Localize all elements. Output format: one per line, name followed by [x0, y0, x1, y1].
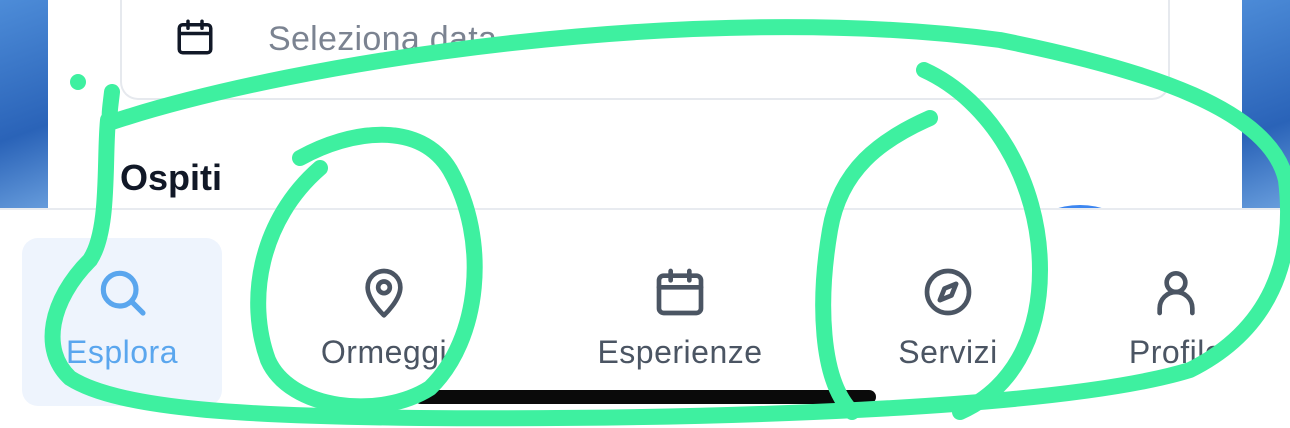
- tab-label: Servizi: [898, 334, 998, 370]
- tab-label: Profilo: [1128, 334, 1224, 370]
- calendar-icon: [656, 268, 704, 316]
- calendar-icon: [177, 19, 213, 55]
- map-pin-icon: [365, 268, 403, 318]
- tab-profilo[interactable]: Profilo: [1076, 238, 1276, 406]
- user-icon: [1157, 271, 1195, 316]
- search-icon: [100, 270, 146, 316]
- tab-esperienze[interactable]: Esperienze: [570, 238, 790, 406]
- home-indicator: [414, 390, 876, 404]
- tab-label: Esplora: [66, 334, 178, 370]
- date-placeholder: Seleziona data: [268, 20, 498, 58]
- compass-icon: [924, 268, 972, 316]
- app-screen: Seleziona data Ospiti Esplora Ormeggi Es…: [0, 0, 1290, 428]
- guests-label: Ospiti: [120, 157, 223, 198]
- tab-servizi[interactable]: Servizi: [848, 238, 1048, 406]
- date-picker-field[interactable]: Seleziona data: [120, 0, 1170, 100]
- tab-esplora[interactable]: Esplora: [22, 238, 222, 406]
- tab-label: Ormeggi: [320, 334, 448, 370]
- tab-label: Esperienze: [597, 334, 763, 370]
- search-card: Seleziona data Ospiti: [48, 0, 1242, 240]
- tab-ormeggi[interactable]: Ormeggi: [284, 238, 484, 406]
